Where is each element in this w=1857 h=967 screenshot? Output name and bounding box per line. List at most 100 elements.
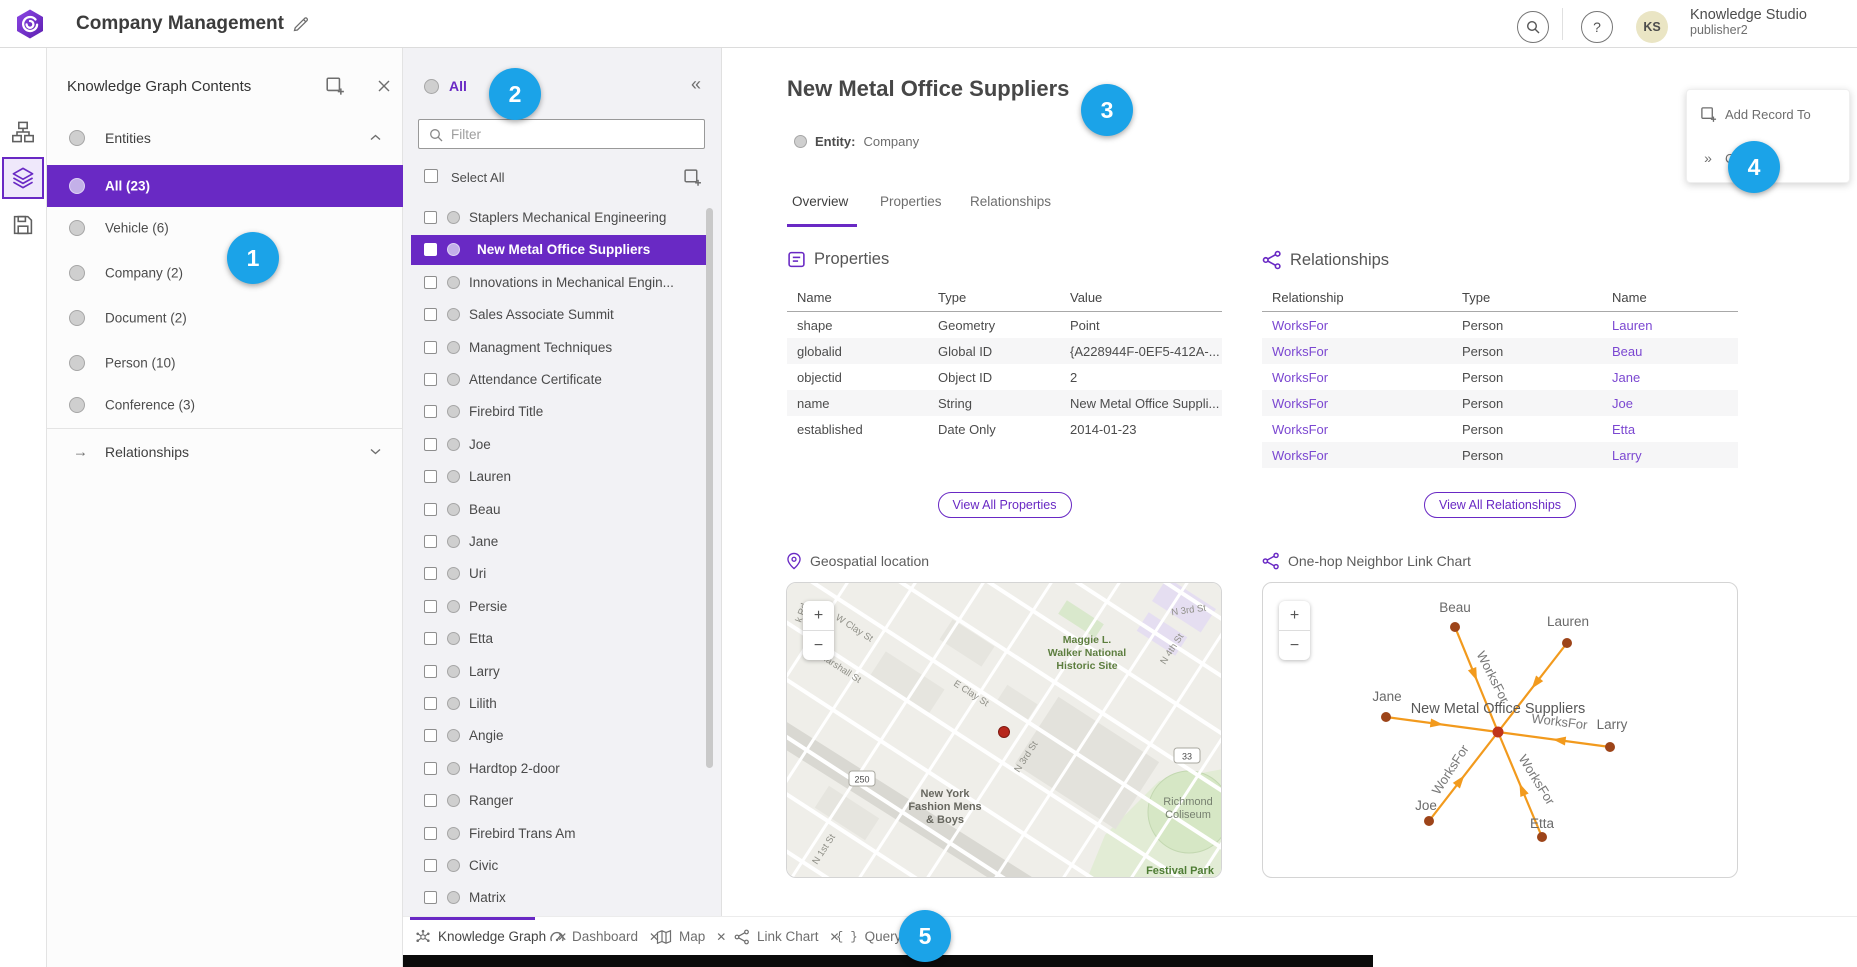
help-button[interactable]: ? bbox=[1581, 11, 1613, 43]
entity-type-row-company[interactable]: Company (2) bbox=[47, 252, 403, 294]
item-checkbox[interactable] bbox=[424, 697, 437, 710]
geospatial-map[interactable]: 25033 k RdW Clay StW Marshall StE Clay S… bbox=[786, 582, 1222, 878]
list-item[interactable]: Angie bbox=[403, 721, 722, 751]
list-item[interactable]: Matrix bbox=[403, 883, 722, 913]
zoom-out-button[interactable]: − bbox=[1279, 631, 1310, 660]
item-checkbox[interactable] bbox=[424, 276, 437, 289]
list-item[interactable]: Beau bbox=[403, 495, 722, 525]
cell-link[interactable]: WorksFor bbox=[1262, 396, 1452, 411]
list-item[interactable]: Firebird Title bbox=[403, 397, 722, 427]
item-checkbox[interactable] bbox=[424, 665, 437, 678]
view-all-properties-button[interactable]: View All Properties bbox=[938, 492, 1072, 518]
item-checkbox[interactable] bbox=[424, 438, 437, 451]
item-checkbox[interactable] bbox=[424, 632, 437, 645]
view-tab-dashboard[interactable]: Dashboard✕ bbox=[549, 917, 659, 956]
item-label: Staplers Mechanical Engineering bbox=[469, 210, 666, 225]
item-checkbox[interactable] bbox=[424, 470, 437, 483]
list-item[interactable]: Jane bbox=[403, 527, 722, 557]
cell-link[interactable]: WorksFor bbox=[1262, 344, 1452, 359]
entity-type-row-vehicle[interactable]: Vehicle (6) bbox=[47, 207, 403, 249]
entities-section-header[interactable]: Entities bbox=[47, 118, 403, 158]
avatar[interactable]: KS bbox=[1636, 11, 1668, 43]
item-checkbox[interactable] bbox=[424, 762, 437, 775]
type-circle bbox=[447, 859, 460, 872]
collapse-panel-icon[interactable]: « bbox=[691, 74, 701, 95]
item-checkbox[interactable] bbox=[424, 535, 437, 548]
add-record-icon[interactable] bbox=[325, 76, 345, 96]
cell-link[interactable]: Joe bbox=[1602, 396, 1738, 411]
list-item[interactable]: New Metal Office Suppliers bbox=[411, 235, 708, 265]
cell-link[interactable]: Beau bbox=[1602, 344, 1738, 359]
entity-type-row-all[interactable]: All (23) bbox=[47, 165, 403, 207]
cell-link[interactable]: Etta bbox=[1602, 422, 1738, 437]
item-checkbox[interactable] bbox=[424, 600, 437, 613]
list-item[interactable]: Staplers Mechanical Engineering bbox=[403, 203, 722, 233]
item-checkbox[interactable] bbox=[424, 859, 437, 872]
view-tab-knowledge-graph[interactable]: Knowledge Graph✕ bbox=[415, 917, 567, 956]
cell-link[interactable]: WorksFor bbox=[1262, 448, 1452, 463]
save-icon[interactable] bbox=[11, 213, 35, 237]
layers-tool-active[interactable] bbox=[2, 157, 44, 199]
item-checkbox[interactable] bbox=[424, 794, 437, 807]
list-item[interactable]: Civic bbox=[403, 851, 722, 881]
entity-type-row-person[interactable]: Person (10) bbox=[47, 342, 403, 384]
list-item[interactable]: Uri bbox=[403, 559, 722, 589]
zoom-in-button[interactable]: + bbox=[1279, 601, 1310, 630]
zoom-in-button[interactable]: + bbox=[803, 601, 834, 630]
entity-type-row-document[interactable]: Document (2) bbox=[47, 297, 403, 339]
cell-link[interactable]: Larry bbox=[1602, 448, 1738, 463]
item-checkbox[interactable] bbox=[424, 308, 437, 321]
select-all-checkbox[interactable] bbox=[424, 169, 438, 183]
item-checkbox[interactable] bbox=[424, 341, 437, 354]
data-model-icon[interactable] bbox=[11, 120, 35, 144]
list-item[interactable]: Persie bbox=[403, 592, 722, 622]
tab-relationships[interactable]: Relationships bbox=[970, 194, 1051, 209]
list-item[interactable]: Joe bbox=[403, 430, 722, 460]
relationships-section-header[interactable]: → Relationships bbox=[47, 430, 403, 474]
item-checkbox[interactable] bbox=[424, 211, 437, 224]
list-item[interactable]: Lilith bbox=[403, 689, 722, 719]
item-checkbox[interactable] bbox=[424, 373, 437, 386]
list-item[interactable]: Hardtop 2-door bbox=[403, 754, 722, 784]
link-chart-icon bbox=[734, 929, 750, 945]
cell-link[interactable]: WorksFor bbox=[1262, 370, 1452, 385]
item-checkbox[interactable] bbox=[424, 243, 437, 256]
close-tab-icon[interactable]: ✕ bbox=[716, 930, 726, 944]
item-checkbox[interactable] bbox=[424, 891, 437, 904]
search-button[interactable] bbox=[1517, 11, 1549, 43]
item-checkbox[interactable] bbox=[424, 729, 437, 742]
view-tab-map[interactable]: Map✕ bbox=[656, 917, 726, 956]
view-tab-link-chart[interactable]: Link Chart✕ bbox=[734, 917, 840, 956]
cell-link[interactable]: WorksFor bbox=[1262, 422, 1452, 437]
list-item[interactable]: Attendance Certificate bbox=[403, 365, 722, 395]
list-item[interactable]: Ranger bbox=[403, 786, 722, 816]
edit-title-icon[interactable] bbox=[292, 15, 310, 33]
cell-value: globalid bbox=[787, 344, 928, 359]
item-checkbox[interactable] bbox=[424, 405, 437, 418]
cell-link[interactable]: Jane bbox=[1602, 370, 1738, 385]
entity-type-row-conference[interactable]: Conference (3) bbox=[47, 384, 403, 426]
tab-properties[interactable]: Properties bbox=[880, 194, 942, 209]
cell-link[interactable]: Lauren bbox=[1602, 318, 1738, 333]
item-checkbox[interactable] bbox=[424, 827, 437, 840]
list-item[interactable]: Managment Techniques bbox=[403, 333, 722, 363]
list-item[interactable]: Firebird Trans Am bbox=[403, 819, 722, 849]
view-all-relationships-button[interactable]: View All Relationships bbox=[1424, 492, 1576, 518]
filter-input[interactable] bbox=[451, 121, 699, 147]
item-checkbox[interactable] bbox=[424, 503, 437, 516]
close-panel-icon[interactable] bbox=[375, 77, 393, 95]
list-header-all[interactable]: All bbox=[449, 78, 467, 94]
menu-item-add-record-to[interactable]: Add Record To bbox=[1687, 96, 1851, 132]
list-item[interactable]: Etta bbox=[403, 624, 722, 654]
item-checkbox[interactable] bbox=[424, 567, 437, 580]
zoom-out-button[interactable]: − bbox=[803, 631, 834, 660]
scrollbar-thumb[interactable] bbox=[706, 208, 713, 768]
list-item[interactable]: Innovations in Mechanical Engin... bbox=[403, 268, 722, 298]
list-item[interactable]: Sales Associate Summit bbox=[403, 300, 722, 330]
list-item[interactable]: Lauren bbox=[403, 462, 722, 492]
add-record-icon[interactable] bbox=[683, 168, 702, 187]
tab-overview[interactable]: Overview bbox=[792, 194, 848, 209]
list-item[interactable]: Larry bbox=[403, 657, 722, 687]
one-hop-link-chart[interactable]: WorksForWorksForWorksForWorksForBeauLaur… bbox=[1262, 582, 1738, 878]
cell-link[interactable]: WorksFor bbox=[1262, 318, 1452, 333]
